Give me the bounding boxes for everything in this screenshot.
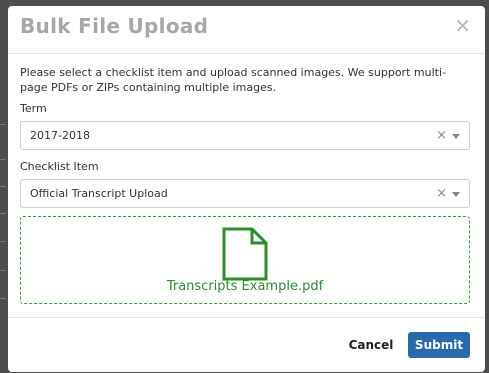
chevron-down-icon[interactable] — [452, 192, 460, 197]
modal-footer: Cancel Submit — [8, 317, 485, 372]
term-value: 2017-2018 — [30, 129, 90, 142]
file-icon — [222, 227, 268, 281]
term-select[interactable]: 2017-2018 × — [20, 121, 470, 150]
file-dropzone[interactable]: Transcripts Example.pdf — [20, 216, 470, 304]
submit-button[interactable]: Submit — [408, 332, 470, 358]
modal-title: Bulk File Upload — [20, 14, 209, 38]
clear-icon[interactable]: × — [436, 128, 447, 143]
clear-icon[interactable]: × — [436, 186, 447, 201]
modal-body: Please select a checklist item and uploa… — [8, 55, 485, 317]
term-label: Term — [20, 102, 47, 115]
cancel-button[interactable]: Cancel — [341, 332, 401, 358]
modal-header: Bulk File Upload × — [8, 6, 485, 54]
checklist-item-label: Checklist Item — [20, 160, 99, 173]
instructions-text: Please select a checklist item and uploa… — [20, 66, 446, 94]
checklist-item-select[interactable]: Official Transcript Upload × — [20, 179, 470, 208]
chevron-down-icon[interactable] — [452, 134, 460, 139]
bulk-upload-modal: Bulk File Upload × Please select a check… — [8, 6, 485, 372]
uploaded-file-name: Transcripts Example.pdf — [166, 279, 324, 294]
checklist-item-value: Official Transcript Upload — [30, 187, 168, 200]
close-icon[interactable]: × — [454, 15, 471, 35]
